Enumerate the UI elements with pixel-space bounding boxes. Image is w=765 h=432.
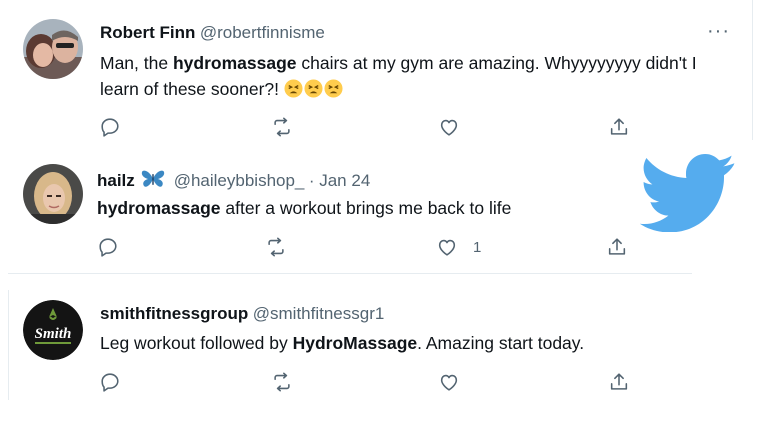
share-icon[interactable] [608,371,630,393]
butterfly-emoji [141,169,165,194]
tired-face-emoji [284,79,304,99]
reply-icon[interactable] [97,236,119,258]
author-handle[interactable]: @smithfitnessgr1 [253,304,385,323]
reply-icon[interactable] [99,371,121,393]
author-name[interactable]: hailz [97,171,135,190]
tweet-text: Man, the hydromassage chairs at my gym a… [100,53,697,99]
svg-text:Smith: Smith [35,326,72,342]
avatar-smith-fitness[interactable]: Smith [23,300,83,360]
share-icon[interactable] [608,116,630,138]
like-icon[interactable] [436,236,458,258]
tweet-header: Robert Finn @robertfinnisme [100,23,325,43]
tweet-text: hydromassage after a workout brings me b… [97,198,512,218]
avatar-robert-finn[interactable] [23,19,83,79]
tweet-robert-finn[interactable]: Robert Finn @robertfinnisme ··· Man, the… [0,0,752,150]
share-icon[interactable] [606,236,628,258]
timeline-border [752,0,753,140]
tweet-hailz[interactable]: hailz @haileybbishop_ · Jan 24 hydromass… [0,150,752,272]
tweet-date[interactable]: · Jan 24 [309,171,370,190]
like-icon[interactable] [438,116,460,138]
like-icon[interactable] [438,371,460,393]
more-options-button[interactable]: ··· [707,20,730,43]
author-handle[interactable]: @haileybbishop_ [174,171,305,190]
author-handle[interactable]: @robertfinnisme [200,23,325,42]
retweet-icon[interactable] [271,371,293,393]
avatar-hailz[interactable] [23,164,83,224]
retweet-icon[interactable] [271,116,293,138]
highlight-keyword: hydromassage [97,198,221,218]
author-name[interactable]: smithfitnessgroup [100,304,248,323]
reply-icon[interactable] [99,116,121,138]
tweet-actions: 1 [0,236,752,260]
like-count: 1 [473,239,482,256]
tweet-actions [0,116,752,140]
author-name[interactable]: Robert Finn [100,23,195,42]
tweet-smithfitnessgroup[interactable]: Smith smithfitnessgroup @smithfitnessgr1… [0,290,752,410]
retweet-icon[interactable] [265,236,287,258]
highlight-keyword: HydroMassage [292,333,418,353]
tweet-text: Leg workout followed by HydroMassage. Am… [100,333,585,353]
tired-face-emoji [304,79,324,99]
highlight-keyword: hydromassage [172,53,297,73]
tweet-header: hailz @haileybbishop_ · Jan 24 [97,169,370,194]
tired-face-emoji [324,79,344,99]
tweet-header: smithfitnessgroup @smithfitnessgr1 [100,304,384,324]
tweet-actions [0,371,752,395]
tweet-divider [8,273,692,274]
